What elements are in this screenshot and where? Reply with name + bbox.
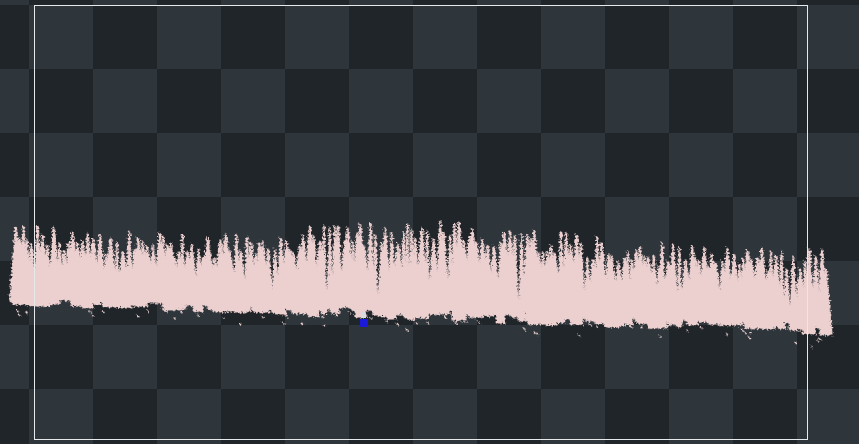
3d-viewport[interactable] bbox=[0, 0, 859, 444]
stray-point bbox=[536, 333, 539, 336]
stray-point bbox=[725, 333, 728, 336]
stray-point bbox=[137, 315, 140, 318]
stray-point bbox=[659, 336, 662, 339]
stray-point bbox=[748, 336, 751, 339]
position-marker-icon[interactable] bbox=[360, 319, 368, 327]
stray-point bbox=[173, 317, 176, 320]
stray-point bbox=[17, 310, 20, 313]
stray-point bbox=[370, 317, 373, 320]
stray-point bbox=[686, 330, 689, 333]
stray-point bbox=[629, 325, 632, 328]
tree-point-band bbox=[9, 219, 833, 348]
stray-point bbox=[416, 322, 419, 325]
stray-point bbox=[402, 314, 405, 317]
stray-point bbox=[578, 334, 581, 337]
stray-point bbox=[147, 310, 150, 313]
stray-point bbox=[385, 320, 388, 323]
stray-point bbox=[25, 311, 28, 314]
stray-point bbox=[700, 327, 703, 330]
stray-point bbox=[427, 322, 430, 325]
stray-point bbox=[321, 316, 324, 319]
stray-point bbox=[261, 315, 264, 318]
stray-point bbox=[323, 324, 326, 327]
stray-point bbox=[819, 338, 822, 341]
stray-point bbox=[180, 311, 183, 314]
stray-point bbox=[335, 314, 338, 317]
marker-head bbox=[361, 312, 366, 318]
stray-point bbox=[596, 325, 599, 328]
stray-point bbox=[640, 326, 643, 329]
stray-point bbox=[239, 322, 242, 325]
stray-point bbox=[810, 345, 813, 348]
stray-point bbox=[443, 316, 446, 319]
point-cloud bbox=[9, 219, 833, 348]
stray-point bbox=[692, 322, 695, 325]
stray-point bbox=[588, 323, 591, 326]
stray-point bbox=[533, 332, 536, 335]
stray-point bbox=[222, 316, 225, 319]
stray-point bbox=[783, 325, 786, 328]
stray-point bbox=[88, 310, 91, 313]
stray-point bbox=[741, 329, 744, 332]
stray-point bbox=[197, 314, 200, 317]
stray-point bbox=[281, 321, 284, 324]
stray-point bbox=[102, 310, 105, 313]
stray-point bbox=[794, 342, 797, 345]
stray-point bbox=[744, 332, 747, 335]
stray-point bbox=[478, 321, 481, 324]
stray-point bbox=[285, 314, 288, 317]
stray-point bbox=[523, 328, 526, 331]
stray-point bbox=[749, 331, 752, 334]
stray-point bbox=[816, 338, 819, 341]
stray-point bbox=[18, 314, 21, 317]
stray-point bbox=[406, 329, 409, 332]
stray-point bbox=[91, 314, 94, 317]
stray-point bbox=[454, 321, 457, 324]
stray-point bbox=[348, 312, 351, 315]
stray-point bbox=[395, 322, 398, 325]
stray-point bbox=[300, 322, 303, 325]
